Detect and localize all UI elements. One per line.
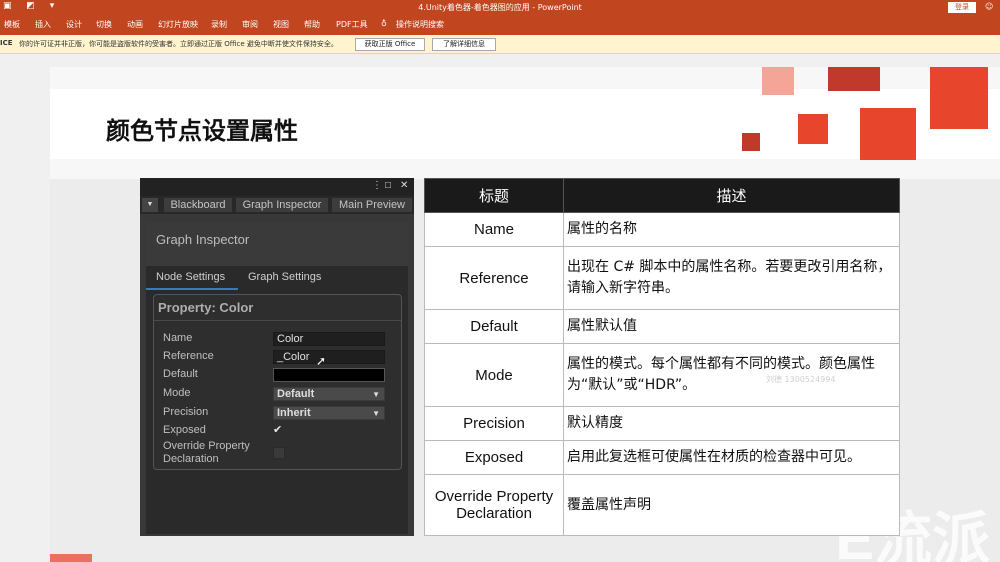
mode-label: Mode xyxy=(163,387,191,399)
title-bar: ▣ ◩ ▾ 4.Unity着色器-着色器图的应用 - PowerPoint 登录… xyxy=(0,0,1000,15)
chevron-down-icon: ▼ xyxy=(372,390,380,399)
table-cell-desc: 属性的模式。每个属性都有不同的模式。颜色属性为“默认”或“HDR”。 xyxy=(563,343,900,407)
decor-square xyxy=(930,67,988,129)
table-row: Name 属性的名称 xyxy=(424,212,900,247)
table-cell-name-line2: Declaration xyxy=(456,505,532,522)
exposed-checkbox[interactable]: ✔ xyxy=(273,424,285,436)
mode-value: Default xyxy=(277,388,315,400)
warning-label: ICE xyxy=(0,39,13,47)
license-warning-bar: ICE 你的许可证并非正版，你可能是盗版软件的受害者。立即通过正版 Office… xyxy=(0,35,1000,54)
tab-design[interactable]: 设计 xyxy=(66,19,82,30)
table-cell-desc: 出现在 C# 脚本中的属性名称。若要更改引用名称，请输入新字符串。 xyxy=(563,246,900,310)
decor-square xyxy=(762,67,794,95)
table-cell-desc: 属性默认值 xyxy=(563,309,900,344)
tab-main-preview[interactable]: Main Preview xyxy=(332,198,412,212)
table-header-title: 标题 xyxy=(424,178,564,213)
login-button[interactable]: 登录 xyxy=(948,2,976,13)
override-label-line2: Declaration xyxy=(163,453,219,465)
tab-animations[interactable]: 动画 xyxy=(127,19,143,30)
table-cell-name: Mode xyxy=(424,343,564,407)
table-cell-name-line1: Override Property xyxy=(434,488,554,505)
tab-transitions[interactable]: 切换 xyxy=(96,19,112,30)
chevron-down-icon: ▼ xyxy=(372,409,380,418)
table-cell-desc: 默认精度 xyxy=(563,406,900,441)
table-cell-desc: 启用此复选框可使属性在材质的检查器中可见。 xyxy=(563,440,900,475)
tab-insert[interactable]: 插入 xyxy=(35,19,51,30)
inspector-title: Graph Inspector xyxy=(156,232,250,247)
reference-field[interactable]: _Color xyxy=(273,350,385,364)
unity-graph-inspector[interactable]: ⋮ □ ✕ ▼ Blackboard Graph Inspector Main … xyxy=(140,178,414,536)
unity-tabs: ▼ Blackboard Graph Inspector Main Previe… xyxy=(140,196,414,214)
default-color-field[interactable] xyxy=(273,368,385,382)
more-icon[interactable]: ⋮ xyxy=(372,180,382,191)
tab-record[interactable]: 录制 xyxy=(211,19,227,30)
tab-review[interactable]: 审阅 xyxy=(242,19,258,30)
default-label: Default xyxy=(163,368,198,380)
decor-square xyxy=(798,114,828,144)
table-cell-desc: 属性的名称 xyxy=(563,212,900,247)
table-cell-name: Name xyxy=(424,212,564,247)
precision-label: Precision xyxy=(163,406,209,418)
name-label: Name xyxy=(163,332,193,344)
table-cell-name: Exposed xyxy=(424,440,564,475)
property-panel: Property: Color Name Color Reference _Co… xyxy=(153,294,402,470)
maximize-icon[interactable]: □ xyxy=(385,180,391,191)
inspector-body: Graph Inspector Node Settings Graph Sett… xyxy=(146,222,408,534)
table-row: Reference 出现在 C# 脚本中的属性名称。若要更改引用名称，请输入新字… xyxy=(424,246,900,310)
table-row: Override Property Declaration 覆盖属性声明 xyxy=(424,474,900,536)
tab-view[interactable]: 视图 xyxy=(273,19,289,30)
table-row: Precision 默认精度 xyxy=(424,406,900,441)
get-office-button[interactable]: 获取正版 Office xyxy=(355,38,425,51)
tab-blackboard[interactable]: Blackboard xyxy=(164,198,232,212)
table-cell-name: Precision xyxy=(424,406,564,441)
slide-title[interactable]: 颜色节点设置属性 xyxy=(106,111,298,146)
tell-me-search[interactable]: 操作说明搜索 xyxy=(396,19,444,30)
table-header-desc: 描述 xyxy=(563,178,900,213)
decor-square xyxy=(860,108,916,160)
tab-graph-settings[interactable]: Graph Settings xyxy=(248,271,321,283)
tab-template[interactable]: 模板 xyxy=(4,19,20,30)
table-cell-name: Default xyxy=(424,309,564,344)
warning-message: 你的许可证并非正版，你可能是盗版软件的受害者。立即通过正版 Office 避免中… xyxy=(19,40,338,48)
property-table: 标题 描述 Name 属性的名称 Reference 出现在 C# 脚本中的属性… xyxy=(424,178,900,536)
table-cell-desc: 覆盖属性声明 xyxy=(563,474,900,536)
user-icon[interactable]: ☺ xyxy=(985,2,993,11)
table-row: Exposed 启用此复选框可使属性在材质的检查器中可见。 xyxy=(424,440,900,475)
lightbulb-icon: ♁ xyxy=(381,19,387,28)
property-header: Property: Color xyxy=(158,300,254,315)
divider xyxy=(154,320,401,321)
reference-label: Reference xyxy=(163,350,214,362)
inspector-subtabs: Node Settings Graph Settings xyxy=(146,268,408,290)
tab-help[interactable]: 帮助 xyxy=(304,19,320,30)
overlay-watermark-id: 刘德 1300524994 xyxy=(766,375,836,384)
inspector-header: Graph Inspector xyxy=(146,222,408,266)
active-tab-indicator xyxy=(146,288,238,290)
decor-square xyxy=(742,133,760,151)
decor-corner xyxy=(50,554,92,562)
override-label-line1: Override Property xyxy=(163,440,250,452)
precision-value: Inherit xyxy=(277,407,311,419)
mode-dropdown[interactable]: Default ▼ xyxy=(273,387,385,401)
window-title: 4.Unity着色器-着色器图的应用 - PowerPoint xyxy=(418,3,582,12)
ribbon-tabs: 模板 插入 设计 切换 动画 幻灯片放映 录制 审阅 视图 帮助 PDF工具 ♁… xyxy=(0,15,1000,35)
override-checkbox[interactable] xyxy=(273,447,285,459)
exposed-label: Exposed xyxy=(163,424,206,436)
tab-pdf-tools[interactable]: PDF工具 xyxy=(336,19,368,30)
close-icon[interactable]: ✕ xyxy=(400,180,408,191)
name-field[interactable]: Color xyxy=(273,332,385,346)
window-strip: ⋮ □ ✕ xyxy=(140,178,414,196)
table-cell-name: Override Property Declaration xyxy=(424,474,564,536)
table-row: Default 属性默认值 xyxy=(424,309,900,344)
mouse-cursor-icon: ➚ xyxy=(316,354,327,368)
chevron-down-icon[interactable]: ▼ xyxy=(142,198,158,212)
tab-node-settings[interactable]: Node Settings xyxy=(156,271,225,283)
tab-graph-inspector[interactable]: Graph Inspector xyxy=(236,198,328,212)
decor-square xyxy=(828,67,880,91)
table-cell-name: Reference xyxy=(424,246,564,310)
precision-dropdown[interactable]: Inherit ▼ xyxy=(273,406,385,420)
learn-more-button[interactable]: 了解详细信息 xyxy=(432,38,496,51)
tab-slideshow[interactable]: 幻灯片放映 xyxy=(158,19,198,30)
